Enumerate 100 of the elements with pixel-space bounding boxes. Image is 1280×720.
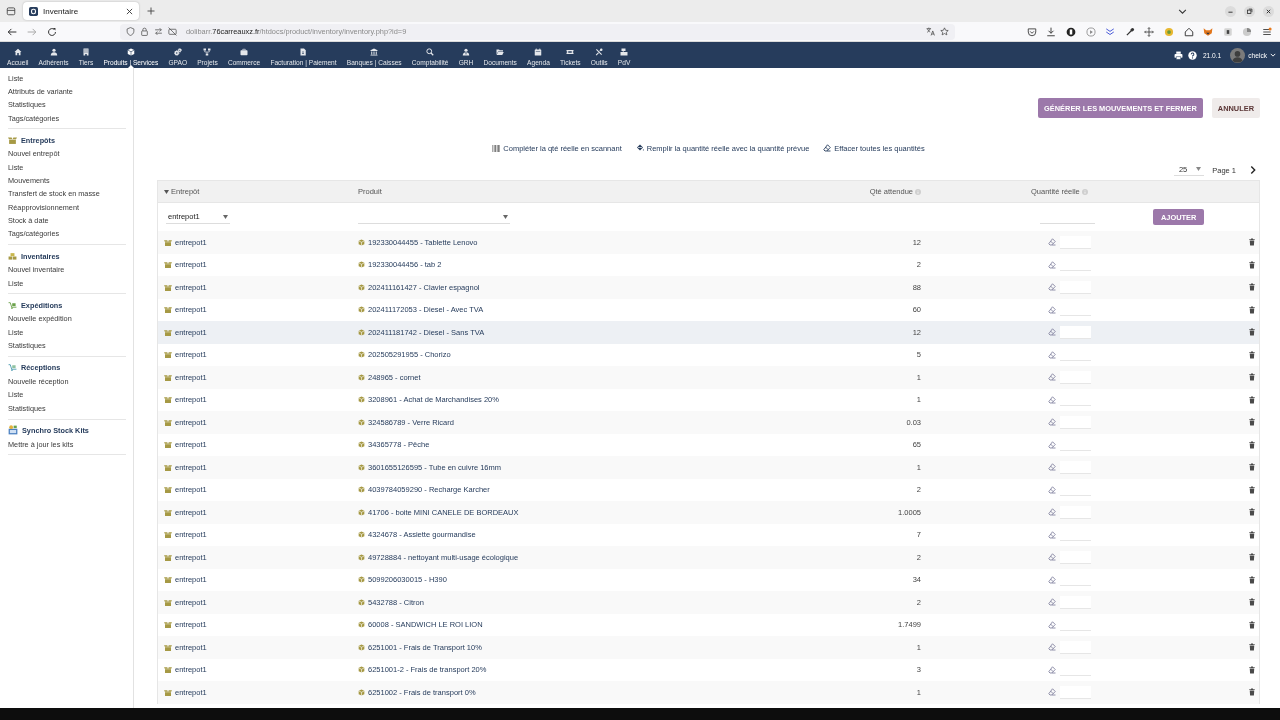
pocket-icon[interactable]	[1026, 26, 1037, 37]
quantity-input[interactable]	[1060, 460, 1091, 474]
pie-icon[interactable]	[1242, 26, 1253, 37]
trash-icon[interactable]	[1249, 395, 1255, 404]
box-icon	[164, 306, 172, 314]
box-icon	[164, 328, 172, 336]
box-icon	[164, 643, 172, 651]
eyedropper-icon[interactable]	[1124, 26, 1135, 37]
box-icon	[164, 463, 172, 471]
reload-icon[interactable]	[47, 26, 57, 37]
trash-icon[interactable]	[1249, 688, 1255, 697]
quantity-input[interactable]	[1060, 370, 1091, 384]
trash-icon[interactable]	[1249, 305, 1255, 314]
quantity-input[interactable]	[1060, 640, 1091, 654]
sort-caret-icon[interactable]	[164, 189, 169, 194]
trash-icon[interactable]	[1249, 373, 1255, 382]
trash-icon[interactable]	[1249, 238, 1255, 247]
quantity-input[interactable]	[1060, 235, 1091, 249]
restore-icon[interactable]	[1244, 5, 1255, 17]
chevron-down-icon[interactable]	[1178, 6, 1187, 16]
trash-icon[interactable]	[1249, 463, 1255, 472]
person-icon	[49, 48, 58, 56]
folder-icon	[496, 48, 505, 56]
trash-icon[interactable]	[1249, 260, 1255, 269]
arrow-right-icon[interactable]	[27, 26, 37, 37]
printer-icon[interactable]	[1173, 50, 1183, 60]
bank-icon	[370, 48, 379, 56]
trash-icon[interactable]	[1249, 530, 1255, 539]
box-icon	[164, 486, 172, 494]
trash-icon[interactable]	[1249, 508, 1255, 517]
box-icon	[164, 621, 172, 629]
document-icon	[299, 48, 308, 56]
quantity-input[interactable]	[1060, 685, 1091, 699]
menu-icon[interactable]	[1262, 26, 1272, 37]
trash-icon[interactable]	[1249, 328, 1255, 337]
cube-icon	[358, 598, 365, 606]
fox-icon[interactable]	[1203, 26, 1214, 37]
quantity-input[interactable]	[1060, 505, 1091, 519]
trash-icon[interactable]	[1249, 575, 1255, 584]
cube-icon	[358, 463, 365, 471]
cube-icon	[358, 666, 365, 674]
translate-icon[interactable]	[926, 27, 935, 36]
trash-icon[interactable]	[1249, 598, 1255, 607]
cube-icon	[358, 238, 365, 246]
cube-icon	[358, 553, 365, 561]
quantity-input[interactable]	[1060, 595, 1091, 609]
person-icon	[462, 48, 470, 56]
cube-icon	[358, 396, 365, 404]
eraser-icon[interactable]	[823, 144, 832, 152]
arrow-left-icon[interactable]	[7, 26, 17, 37]
ticket-icon	[566, 48, 575, 56]
trash-icon[interactable]	[1249, 553, 1255, 562]
boxes-icon	[8, 252, 17, 260]
cube-icon	[358, 328, 365, 336]
download-icon[interactable]	[1046, 26, 1057, 37]
tab-list-icon[interactable]	[6, 6, 16, 16]
gears-icon	[173, 48, 182, 56]
quantity-input[interactable]	[1060, 550, 1091, 564]
home-icon	[13, 48, 22, 56]
close-icon[interactable]	[1263, 5, 1274, 17]
chevrons-icon[interactable]	[1105, 26, 1116, 37]
new-tab-icon[interactable]	[147, 7, 155, 15]
trash-icon[interactable]	[1249, 350, 1255, 359]
quantity-input[interactable]	[1060, 415, 1091, 429]
quantity-input[interactable]	[1060, 325, 1091, 339]
square-icon[interactable]	[1222, 26, 1233, 37]
paint-bucket-icon	[635, 144, 644, 152]
cube-icon	[358, 261, 365, 269]
browser-tab[interactable]: Inventaire	[23, 2, 139, 20]
house-icon[interactable]	[1183, 26, 1194, 37]
chevron-right-icon[interactable]	[1250, 166, 1256, 174]
register-icon	[620, 48, 629, 56]
move-icon[interactable]	[1144, 26, 1155, 37]
camera-off-icon	[168, 27, 177, 36]
star-icon[interactable]	[940, 27, 949, 36]
minimize-icon[interactable]	[1225, 5, 1236, 17]
swap-icon	[154, 27, 163, 36]
trash-icon[interactable]	[1249, 643, 1255, 652]
quantity-input[interactable]	[1060, 280, 1091, 294]
dolly-icon	[8, 364, 17, 372]
help-icon[interactable]	[1187, 50, 1197, 60]
trash-icon[interactable]	[1249, 418, 1255, 427]
caret-icon	[1196, 167, 1202, 171]
dark-circle-icon[interactable]	[1066, 26, 1077, 37]
calendar-icon	[534, 48, 543, 56]
cube-icon	[358, 306, 365, 314]
trash-icon[interactable]	[1249, 620, 1255, 629]
lock-icon	[140, 27, 149, 36]
trash-icon[interactable]	[1249, 440, 1255, 449]
box-icon	[164, 553, 172, 561]
cube-icon	[358, 688, 365, 696]
dolly-icon	[8, 301, 17, 309]
trash-icon[interactable]	[1249, 665, 1255, 674]
sunflower-icon[interactable]	[1164, 26, 1175, 37]
cube-icon	[358, 508, 365, 516]
cube-icon	[358, 283, 365, 291]
play-circle-icon[interactable]	[1085, 26, 1096, 37]
close-icon[interactable]	[126, 7, 133, 15]
trash-icon[interactable]	[1249, 283, 1255, 292]
trash-icon[interactable]	[1249, 485, 1255, 494]
